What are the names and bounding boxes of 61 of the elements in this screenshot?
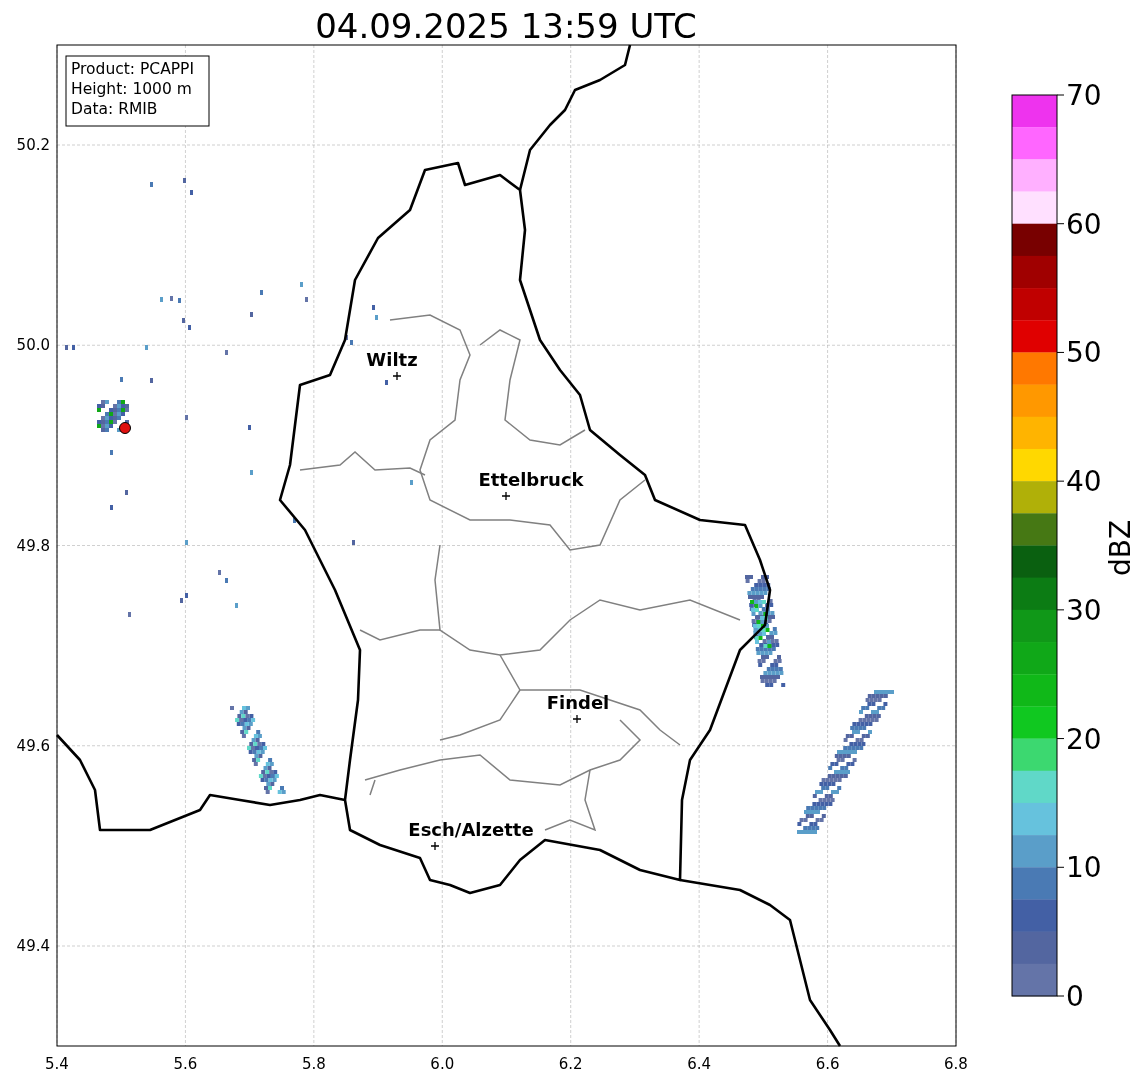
info-text: Height: 1000 m [71, 80, 192, 98]
info-text: Data: RMIB [71, 100, 158, 118]
radar-echo-speck [410, 480, 413, 485]
axis-tick-label: 50.0 [16, 336, 50, 355]
axis-tick-label: 6.4 [687, 1055, 712, 1073]
radar-echo-speck [250, 312, 253, 317]
axis-tick-label: 49.4 [16, 937, 50, 955]
city-label: Wiltz [366, 349, 418, 370]
axis-tick-label: 6.2 [558, 1055, 583, 1073]
radar-echo-speck [128, 612, 131, 617]
chart-title: 04.09.2025 13:59 UTC [315, 6, 697, 46]
radar-echo-speck [150, 378, 153, 383]
radar-echo-speck [160, 297, 163, 302]
city-marker-icon [430, 841, 440, 851]
colorbar-tick-label: 60 [1066, 207, 1102, 241]
radar-echo-speck [145, 345, 148, 350]
radar-echo-speck [352, 540, 355, 545]
radar-echo-speck [260, 290, 263, 295]
radar-echo-speck [125, 490, 128, 495]
radar-echo-speck [110, 450, 113, 455]
radar-echo-speck [150, 182, 153, 187]
city-label: Findel [546, 692, 610, 713]
city-marker-icon [572, 714, 582, 724]
radar-echo-speck [190, 190, 193, 195]
colorbar-tick-label: 50 [1066, 336, 1102, 370]
axis-tick-label: 6.0 [430, 1055, 455, 1073]
info-text: Product: PCAPPI [71, 60, 195, 78]
colorbar-tick-label: 10 [1066, 851, 1102, 885]
axis-tick-label: 49.6 [16, 736, 50, 755]
radar-echo-speck [225, 350, 228, 355]
colorbar-label: dBZ [1104, 519, 1137, 577]
radar-echo-speck [110, 505, 113, 510]
city-marker-icon [392, 371, 402, 381]
radar-site-icon [119, 422, 131, 434]
colorbar-tick-label: 30 [1066, 593, 1102, 627]
axis-tick-label: 5.8 [301, 1055, 326, 1073]
radar-echo-speck [235, 603, 238, 608]
radar-echo-speck [305, 297, 308, 302]
axis-tick-label: 5.4 [45, 1055, 69, 1073]
axis-tick-label: 6.8 [944, 1055, 968, 1073]
radar-echo-speck [293, 518, 296, 523]
city-marker-icon [501, 491, 511, 501]
city-label: Ettelbruck [478, 469, 584, 490]
radar-echo-speck [183, 178, 186, 183]
city-label: Esch/Alzette [408, 819, 534, 840]
radar-echo-speck [120, 377, 123, 382]
axis-tick-label: 5.6 [173, 1055, 198, 1073]
radar-echo-speck [385, 380, 388, 385]
radar-echo-speck [250, 470, 253, 475]
colorbar-tick-label: 40 [1066, 465, 1102, 499]
colorbar-tick-label: 0 [1066, 980, 1084, 1013]
axis-tick-label: 50.2 [16, 136, 50, 154]
radar-echo-speck [185, 540, 188, 545]
axis-tick-label: 6.6 [815, 1055, 840, 1073]
radar-echo-speck [248, 425, 251, 430]
colorbar-tick-label: 20 [1066, 722, 1102, 756]
axis-tick-label: 49.8 [16, 536, 50, 555]
colorbar-tick-label: 70 [1066, 79, 1102, 112]
radar-echo-speck [300, 282, 303, 287]
radar-echo-speck [185, 415, 188, 420]
radar-echo-drawing [97, 400, 129, 432]
